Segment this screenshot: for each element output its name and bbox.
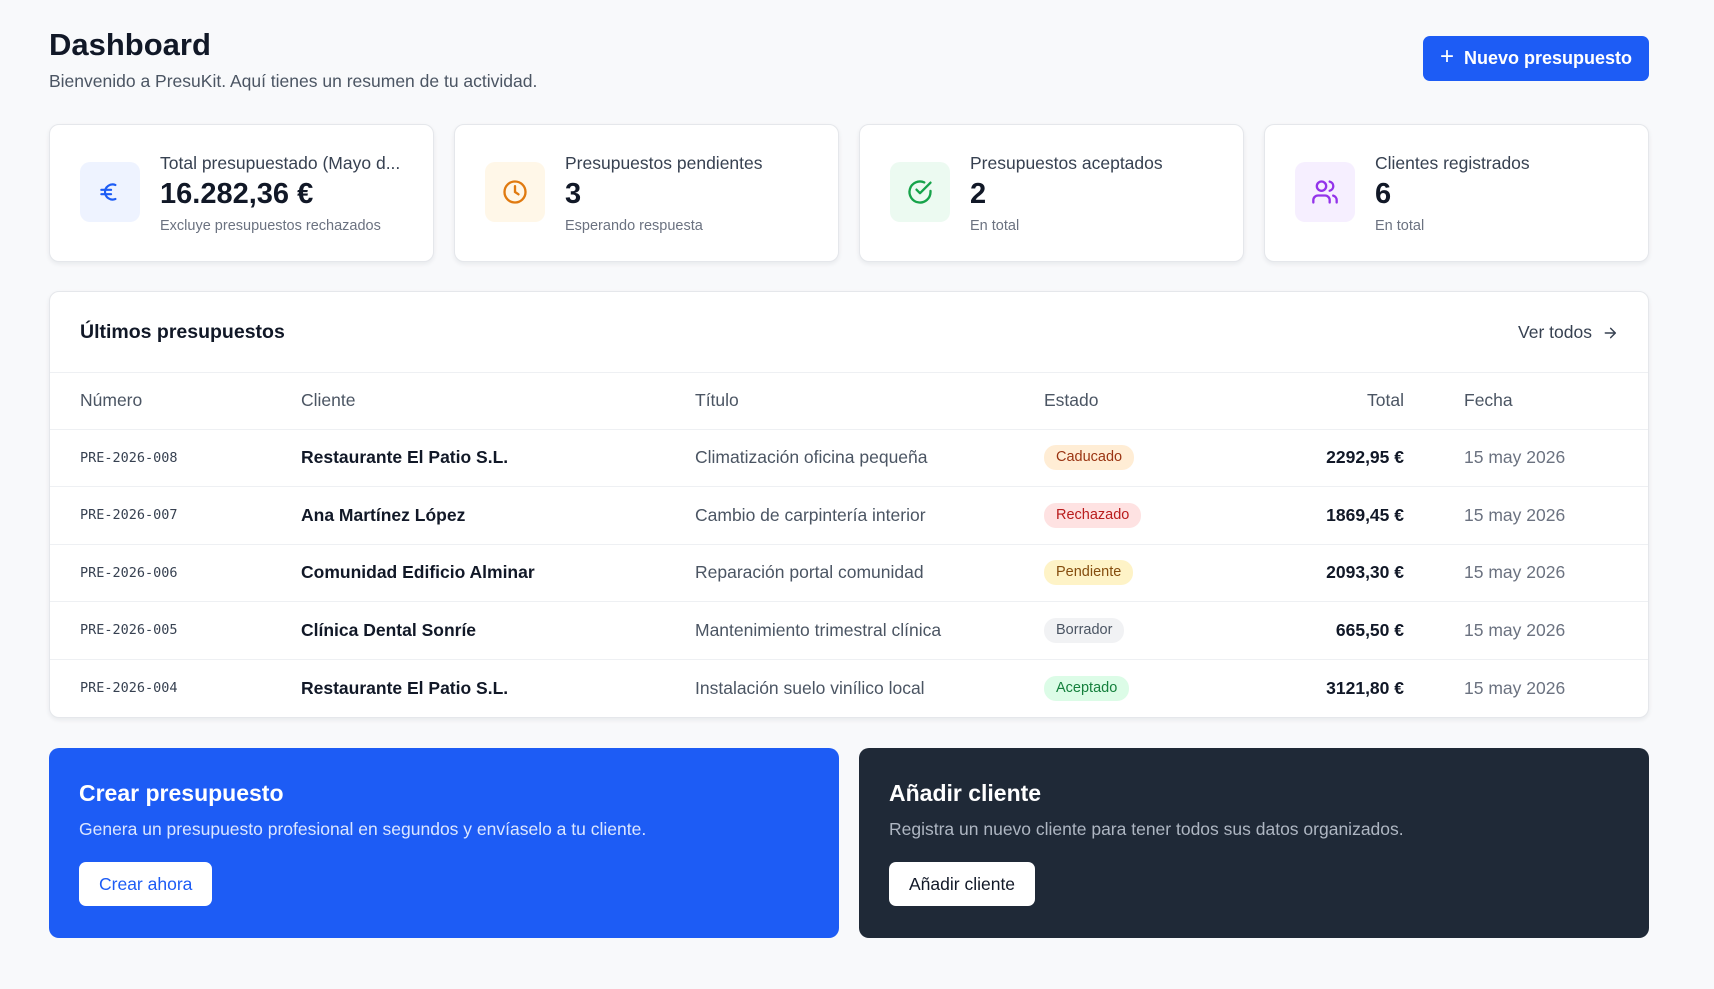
add-client-promo: Añadir cliente Registra un nuevo cliente… bbox=[859, 748, 1649, 938]
quote-date: 15 may 2026 bbox=[1404, 486, 1648, 545]
stat-value: 2 bbox=[970, 178, 987, 210]
status-badge: Borrador bbox=[1044, 617, 1125, 643]
view-all-label: Ver todos bbox=[1518, 322, 1592, 342]
stat-label: Clientes registrados bbox=[1375, 153, 1530, 173]
page-title: Dashboard bbox=[49, 27, 211, 62]
table-row[interactable]: PRE-2026-005 Clínica Dental Sonríe Mante… bbox=[50, 601, 1648, 660]
column-header-estado: Estado bbox=[1044, 373, 1204, 430]
stat-card-total: Total presupuestado (Mayo d... 16.282,36… bbox=[49, 124, 434, 262]
promo-text: Genera un presupuesto profesional en seg… bbox=[79, 819, 647, 839]
quote-client: Restaurante El Patio S.L. bbox=[301, 429, 695, 487]
stat-card-accepted: Presupuestos aceptados 2 En total bbox=[859, 124, 1244, 262]
stat-value: 16.282,36 € bbox=[160, 178, 314, 210]
status-badge: Aceptado bbox=[1044, 675, 1130, 701]
add-client-button[interactable]: Añadir cliente bbox=[889, 862, 1036, 906]
dashboard-page: Dashboard Bienvenido a PresuKit. Aquí ti… bbox=[49, 0, 1649, 938]
card-title: Últimos presupuestos bbox=[80, 321, 285, 343]
new-quote-button[interactable]: + Nuevo presupuesto bbox=[1423, 36, 1649, 81]
quote-number: PRE-2026-006 bbox=[50, 544, 301, 602]
quote-title: Instalación suelo vinílico local bbox=[695, 677, 925, 698]
page-subtitle: Bienvenido a PresuKit. Aquí tienes un re… bbox=[49, 71, 538, 91]
create-now-button[interactable]: Crear ahora bbox=[79, 862, 213, 906]
quote-total: 665,50 € bbox=[1204, 601, 1404, 660]
table-row[interactable]: PRE-2026-006 Comunidad Edificio Alminar … bbox=[50, 544, 1648, 602]
promo-text: Registra un nuevo cliente para tener tod… bbox=[889, 819, 1404, 839]
column-header-titulo: Título bbox=[695, 373, 1044, 430]
quote-number: PRE-2026-007 bbox=[50, 486, 301, 545]
table-row[interactable]: PRE-2026-008 Restaurante El Patio S.L. C… bbox=[50, 429, 1648, 487]
status-badge: Rechazado bbox=[1044, 502, 1142, 528]
quote-title: Climatización oficina pequeña bbox=[695, 429, 1044, 487]
stat-label: Presupuestos pendientes bbox=[565, 153, 763, 173]
check-circle-icon bbox=[890, 162, 950, 222]
quote-title: Mantenimiento trimestral clínica bbox=[695, 601, 1044, 660]
status-badge: Pendiente bbox=[1044, 560, 1134, 586]
plus-icon: + bbox=[1439, 43, 1454, 70]
quote-number: PRE-2026-008 bbox=[50, 429, 301, 487]
quote-total: 2292,95 € bbox=[1204, 429, 1404, 487]
quote-number: PRE-2026-005 bbox=[50, 601, 301, 660]
latest-quotes-card: Últimos presupuestos Ver todos Número Cl… bbox=[49, 291, 1649, 718]
quote-status-cell: Borrador bbox=[1044, 601, 1204, 660]
quote-date: 15 may 2026 bbox=[1404, 429, 1648, 487]
column-header-total: Total bbox=[1204, 373, 1404, 430]
quote-title: Reparación portal comunidad bbox=[695, 544, 1044, 602]
quote-date: 15 may 2026 bbox=[1404, 601, 1648, 660]
stat-note: Excluye presupuestos rechazados bbox=[160, 218, 381, 234]
quote-client: Ana Martínez López bbox=[301, 486, 695, 545]
column-header-fecha: Fecha bbox=[1404, 373, 1648, 430]
promo-title: Crear presupuesto bbox=[79, 780, 284, 806]
stat-value: 3 bbox=[565, 178, 582, 210]
quote-status-cell: Pendiente bbox=[1044, 544, 1204, 602]
stat-card-clients: Clientes registrados 6 En total bbox=[1264, 124, 1649, 262]
quote-status-cell: Aceptado bbox=[1044, 659, 1204, 717]
quote-title: Cambio de carpintería interior bbox=[695, 486, 1044, 545]
stat-label: Total presupuestado (Mayo d... bbox=[160, 153, 401, 173]
quote-status-cell: Caducado bbox=[1044, 429, 1204, 487]
stat-label: Presupuestos aceptados bbox=[970, 153, 1163, 173]
arrow-right-icon bbox=[1604, 327, 1617, 338]
users-icon bbox=[1295, 162, 1355, 222]
view-all-link[interactable]: Ver todos bbox=[1518, 322, 1618, 343]
page-header: Dashboard Bienvenido a PresuKit. Aquí ti… bbox=[49, 0, 1649, 124]
clock-icon bbox=[485, 162, 545, 222]
euro-icon bbox=[80, 162, 140, 222]
create-quote-promo: Crear presupuesto Genera un presupuesto … bbox=[49, 748, 839, 938]
quote-status-cell: Rechazado bbox=[1044, 486, 1204, 545]
quote-client: Restaurante El Patio S.L. bbox=[301, 677, 509, 698]
status-badge: Caducado bbox=[1044, 445, 1135, 471]
table-header-row: Número Cliente Título Estado Total Fecha bbox=[50, 373, 1648, 430]
quote-total: 2093,30 € bbox=[1204, 544, 1404, 602]
table-row[interactable]: PRE-2026-004 Restaurante El Patio S.L. I… bbox=[50, 659, 1648, 717]
quote-client: Comunidad Edificio Alminar bbox=[301, 544, 695, 602]
table-row[interactable]: PRE-2026-007 Ana Martínez López Cambio d… bbox=[50, 486, 1648, 545]
quote-total: 1869,45 € bbox=[1204, 486, 1404, 545]
new-quote-label: Nuevo presupuesto bbox=[1463, 48, 1633, 68]
card-header: Últimos presupuestos Ver todos bbox=[50, 292, 1648, 373]
stat-card-pending: Presupuestos pendientes 3 Esperando resp… bbox=[454, 124, 839, 262]
stat-note: En total bbox=[1375, 218, 1425, 234]
quotes-table: Número Cliente Título Estado Total Fecha… bbox=[50, 373, 1648, 717]
promo-title: Añadir cliente bbox=[889, 780, 1042, 806]
stat-note: Esperando respuesta bbox=[565, 218, 703, 234]
stat-value: 6 bbox=[1375, 178, 1392, 210]
quote-date: 15 may 2026 bbox=[1464, 677, 1566, 698]
stat-note: En total bbox=[970, 218, 1020, 234]
quote-total: 3121,80 € bbox=[1326, 677, 1404, 698]
column-header-numero: Número bbox=[50, 373, 301, 430]
quote-number: PRE-2026-004 bbox=[80, 680, 178, 696]
column-header-cliente: Cliente bbox=[301, 373, 695, 430]
quote-date: 15 may 2026 bbox=[1404, 544, 1648, 602]
quote-client: Clínica Dental Sonríe bbox=[301, 601, 695, 660]
stats-row: Total presupuestado (Mayo d... 16.282,36… bbox=[49, 124, 1649, 262]
